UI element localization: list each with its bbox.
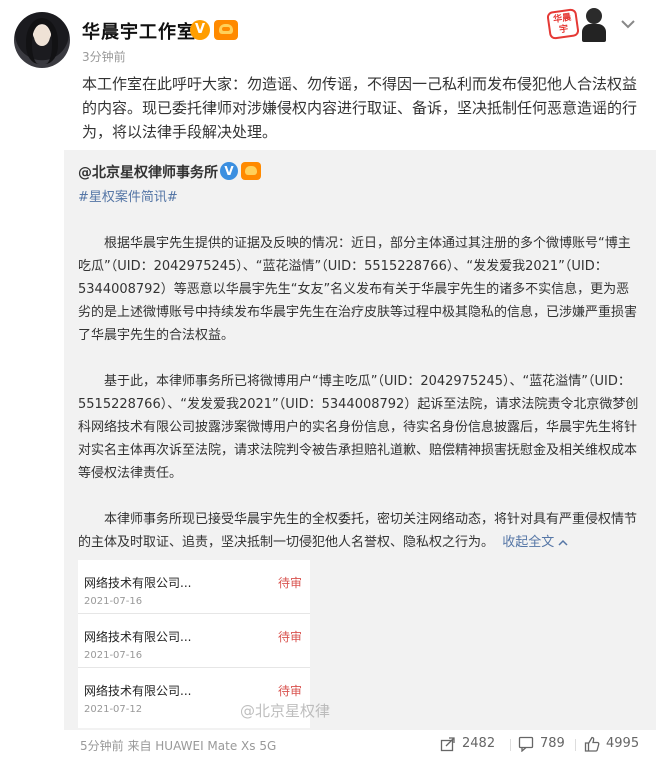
fan-sticker-image: 华晨宇 [546, 4, 610, 46]
post-source: 5分钟前 来自 HUAWEI Mate Xs 5G [80, 739, 277, 753]
doc-status: 待审 [278, 684, 303, 698]
share-count: 2482 [462, 736, 496, 751]
verified-badge-icon: V [190, 20, 210, 40]
user-avatar[interactable] [14, 12, 70, 68]
post-header: 华晨宇工作室 V 3分钟前 华晨宇 [0, 0, 656, 72]
collapse-link[interactable]: 收起全文 [502, 535, 568, 550]
doc-row: 网络技术有限公司... 待审 2021-07-16 [78, 560, 310, 614]
vip-badge-icon [214, 20, 238, 40]
comment-button[interactable]: 789 [518, 735, 568, 753]
repost-paragraph-2: 基于此，本律师事务所已将微博用户“博主吃瓜”（UID：2042975245）、“… [78, 374, 639, 481]
like-count: 4995 [606, 736, 640, 751]
avatar-face [34, 26, 50, 46]
hashtag-link[interactable]: #星权案件简讯# [78, 186, 178, 205]
comment-count: 789 [540, 736, 565, 751]
repost-author-link[interactable]: @北京星权律师事务所 [78, 162, 218, 182]
repost-paragraph-3: 本律师事务所现已接受华晨宇先生的全权委托，密切关注网络动态，将针对具有严重侵权情… [78, 508, 640, 554]
divider [575, 739, 576, 751]
doc-date: 2021-07-16 [84, 596, 143, 607]
sticker-person-icon [580, 6, 608, 44]
chevron-up-icon [558, 539, 568, 546]
post-time[interactable]: 3分钟前 [82, 48, 126, 65]
doc-date: 2021-07-16 [84, 650, 143, 661]
comment-icon [518, 736, 534, 752]
doc-company-name: 网络技术有限公司... [84, 576, 192, 590]
chevron-down-icon[interactable] [618, 14, 638, 34]
share-button[interactable]: 2482 [440, 735, 500, 753]
verified-badge-icon: V [220, 162, 238, 180]
repost-paragraph-1: 根据华晨宇先生提供的证据及反映的情况：近日，部分主体通过其注册的多个微博账号“博… [78, 236, 638, 343]
doc-row: 网络技术有限公司... 待审 2021-07-16 [78, 614, 310, 668]
divider [510, 739, 511, 751]
username[interactable]: 华晨宇工作室 [82, 18, 196, 44]
share-icon [440, 737, 455, 752]
weibo-watermark: @北京星权律 [240, 702, 331, 720]
doc-status: 待审 [278, 576, 303, 590]
reposted-card: @北京星权律师事务所 V #星权案件简讯# 根据华晨宇先生提供的证据及反映的情况… [64, 150, 656, 730]
doc-company-name: 网络技术有限公司... [84, 684, 192, 698]
sticker-text: 华晨宇 [546, 8, 580, 40]
repost-body: 根据华晨宇先生提供的证据及反映的情况：近日，部分主体通过其注册的多个微博账号“博… [78, 232, 640, 577]
vip-badge-icon [241, 162, 261, 180]
post-text: 本工作室在此呼吁大家：勿造谣、勿传谣，不得因一己私利而发布侵犯他人合法权益的内容… [82, 75, 638, 141]
doc-company-name: 网络技术有限公司... [84, 630, 192, 644]
like-icon [584, 736, 600, 752]
like-button[interactable]: 4995 [584, 735, 644, 753]
post-footer: 5分钟前 来自 HUAWEI Mate Xs 5G 2482 789 4995 [0, 730, 656, 759]
collapse-label: 收起全文 [502, 535, 555, 550]
doc-status: 待审 [278, 630, 303, 644]
doc-date: 2021-07-12 [84, 704, 143, 715]
